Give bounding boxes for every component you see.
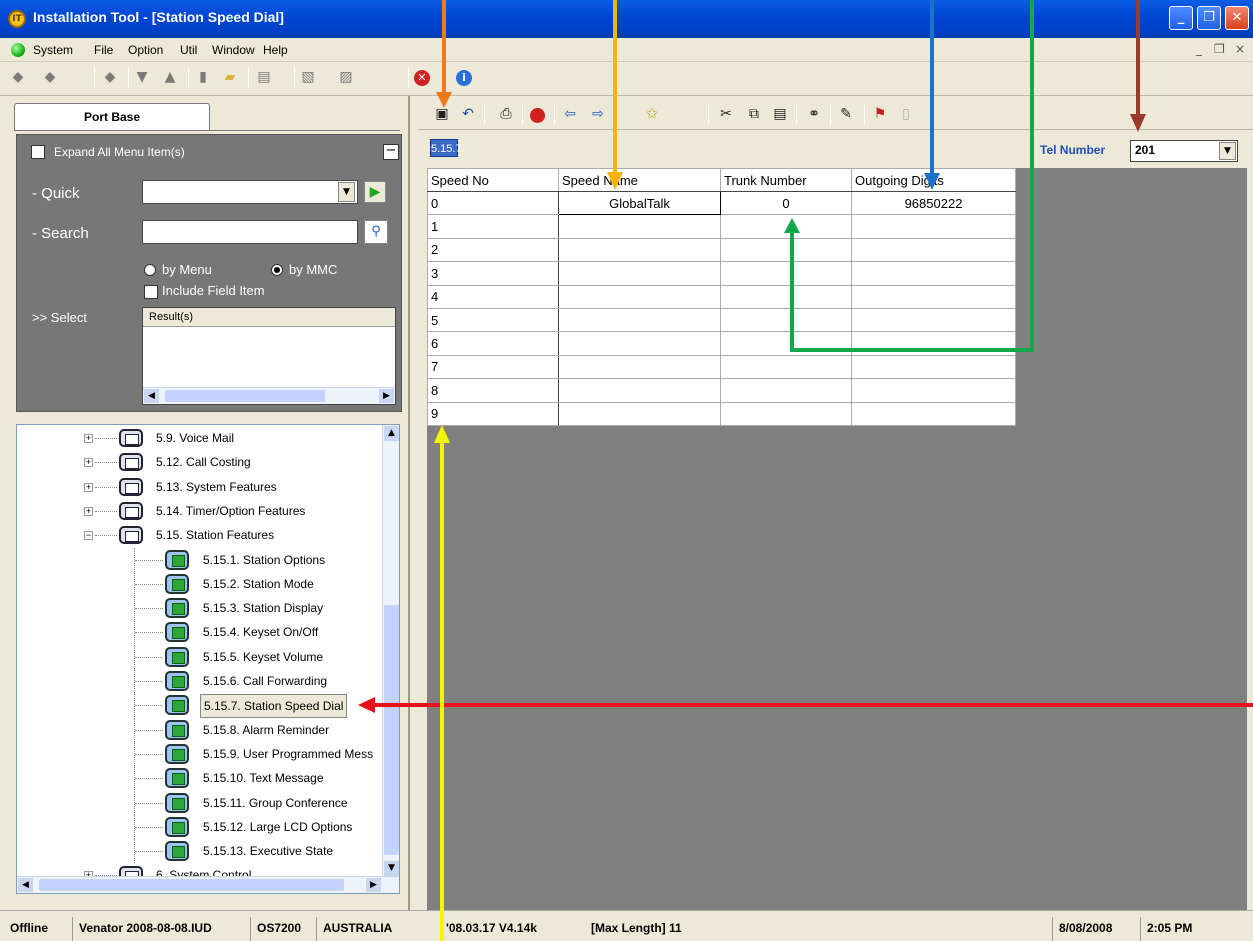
green-arrow <box>784 0 1034 352</box>
gold-arrow <box>607 0 623 190</box>
brown-arrow <box>1130 0 1146 132</box>
yellow-arrow <box>434 425 450 941</box>
annotation-arrows <box>358 0 1253 941</box>
blue-arrow <box>924 0 940 190</box>
red-arrow <box>358 697 1253 713</box>
orange-arrow <box>436 0 452 108</box>
